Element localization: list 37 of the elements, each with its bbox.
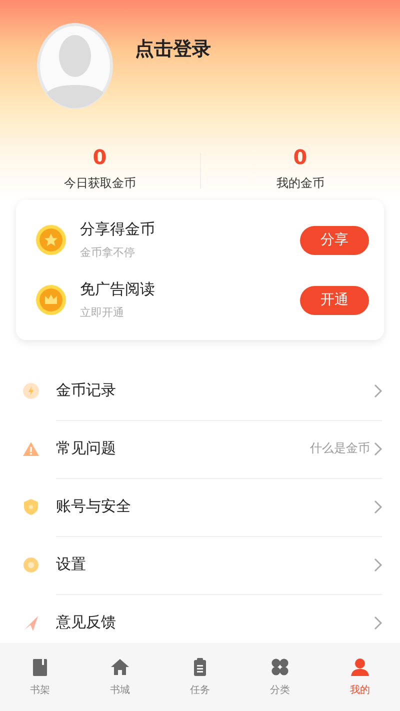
login-link[interactable]: 点击登录	[135, 36, 211, 62]
promo-title: 分享得金币	[80, 220, 156, 239]
tab[interactable]: 书架	[0, 643, 80, 711]
tab[interactable]: 任务	[160, 643, 240, 711]
home-icon	[110, 657, 130, 677]
chevron-icon	[374, 384, 382, 398]
tab[interactable]: 书城	[80, 643, 160, 711]
promo-subtitle: 金币拿不停	[80, 245, 136, 260]
menu-item[interactable]: 金币记录	[56, 381, 374, 400]
promo-title: 免广告阅读	[80, 280, 156, 299]
tab[interactable]: 我的	[320, 643, 400, 711]
menu-item[interactable]: 意见反馈	[56, 613, 374, 632]
book-icon	[30, 657, 50, 677]
star-coin-icon	[36, 225, 66, 255]
menu-item[interactable]: 常见问题	[56, 439, 310, 458]
promo-button[interactable]: 开通	[300, 286, 369, 314]
coin-count: 0	[92, 145, 107, 169]
chevron-icon	[374, 500, 382, 514]
crown-coin-icon	[36, 285, 66, 315]
promo-subtitle: 立即开通	[80, 305, 125, 320]
chevron-icon	[374, 442, 382, 456]
person-icon	[350, 657, 370, 677]
coin-count: 0	[293, 145, 308, 169]
category-icon	[270, 657, 290, 677]
chevron-icon	[374, 616, 382, 630]
tab[interactable]: 分类	[240, 643, 320, 711]
chevron-icon	[374, 558, 382, 572]
promo-button[interactable]: 分享	[300, 226, 369, 254]
warning-icon	[22, 440, 40, 458]
menu-item[interactable]: 账号与安全	[56, 497, 374, 516]
stat-label: 今日获取金币	[64, 175, 136, 192]
stat-label: 我的金币	[276, 175, 324, 192]
menu-hint: 什么是金币	[310, 440, 370, 457]
menu-item[interactable]: 设置	[56, 555, 374, 574]
shield-icon	[22, 498, 40, 516]
coin-icon	[22, 382, 40, 400]
avatar[interactable]	[37, 23, 113, 109]
